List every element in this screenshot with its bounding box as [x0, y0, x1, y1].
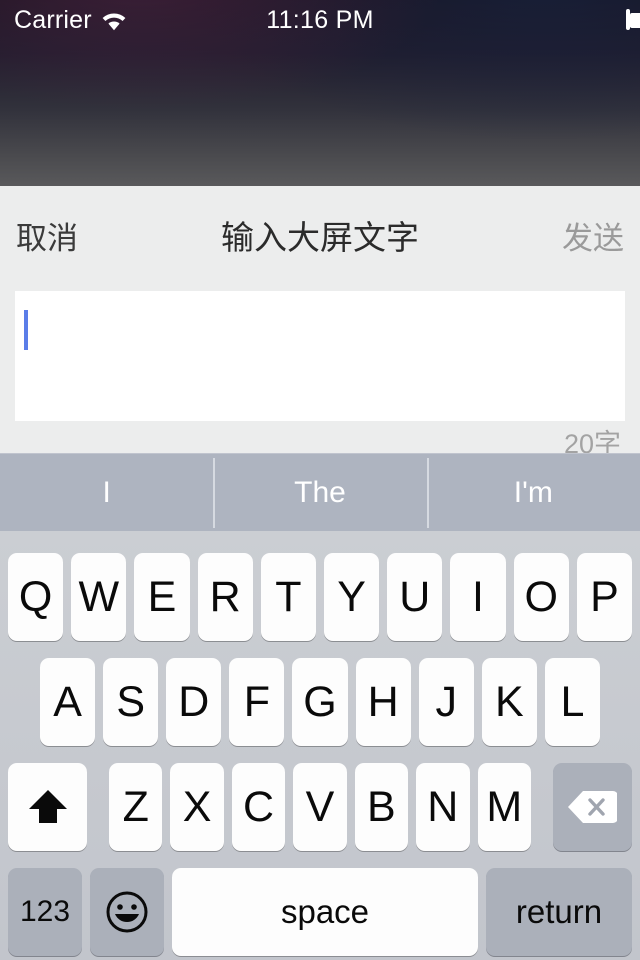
key-o[interactable]: O: [513, 553, 569, 641]
suggestion-item-1[interactable]: I: [0, 454, 213, 532]
numeric-key[interactable]: 123: [8, 868, 82, 956]
key-s[interactable]: S: [103, 658, 159, 746]
key-r[interactable]: R: [197, 553, 253, 641]
battery-full-icon: [626, 9, 640, 30]
backspace-key[interactable]: [552, 763, 632, 851]
keyboard-row-4: 123 space return: [0, 868, 640, 956]
backspace-icon: [567, 789, 618, 825]
key-f[interactable]: F: [229, 658, 285, 746]
key-y[interactable]: Y: [324, 553, 380, 641]
space-key[interactable]: space: [172, 868, 478, 956]
navigation-bar: 取消 输入大屏文字 发送: [0, 186, 640, 284]
keyboard-row-2: A S D F G H J K L: [0, 658, 640, 746]
key-d[interactable]: D: [166, 658, 222, 746]
status-bar-right: [626, 0, 640, 40]
key-g[interactable]: G: [292, 658, 348, 746]
key-c[interactable]: C: [231, 763, 286, 851]
key-t[interactable]: T: [260, 553, 317, 641]
key-x[interactable]: X: [170, 763, 224, 851]
send-button[interactable]: 发送: [562, 186, 624, 284]
shift-key[interactable]: [8, 763, 87, 851]
key-i[interactable]: I: [450, 553, 506, 641]
compose-sheet: 取消 输入大屏文字 发送 20字: [0, 186, 640, 459]
text-cursor: [24, 310, 28, 350]
predictive-suggestion-bar: I The I'm: [0, 453, 640, 532]
phone-screen: Carrier 11:16 PM 取消 输入大屏文字 发送 20字 I The …: [0, 0, 640, 960]
key-h[interactable]: H: [355, 658, 411, 746]
key-p[interactable]: P: [576, 553, 633, 641]
suggestion-item-2[interactable]: The: [213, 454, 426, 532]
key-j[interactable]: J: [418, 658, 474, 746]
key-m[interactable]: M: [477, 763, 531, 851]
key-k[interactable]: K: [481, 658, 537, 746]
key-z[interactable]: Z: [109, 763, 163, 851]
emoji-key[interactable]: [90, 868, 164, 956]
key-l[interactable]: L: [544, 658, 600, 746]
key-w[interactable]: W: [71, 553, 127, 641]
key-v[interactable]: V: [293, 763, 347, 851]
key-n[interactable]: N: [416, 763, 470, 851]
return-key[interactable]: return: [486, 868, 632, 956]
shift-icon: [26, 787, 70, 827]
key-q[interactable]: Q: [8, 553, 64, 641]
key-b[interactable]: B: [354, 763, 409, 851]
message-textarea[interactable]: [15, 291, 625, 421]
status-bar: Carrier 11:16 PM: [0, 0, 640, 40]
key-e[interactable]: E: [134, 553, 190, 641]
page-title: 输入大屏文字: [221, 219, 419, 256]
emoji-icon: [104, 889, 150, 935]
keyboard-row-3: Z X C V B N M: [0, 763, 640, 851]
key-a[interactable]: A: [40, 658, 96, 746]
status-bar-clock: 11:16 PM: [266, 5, 374, 34]
key-u[interactable]: U: [387, 553, 443, 641]
on-screen-keyboard: Q W E R T Y U I O P A S D F G H J K L Z …: [0, 531, 640, 960]
keyboard-row-1: Q W E R T Y U I O P: [0, 553, 640, 641]
suggestion-item-3[interactable]: I'm: [426, 454, 640, 532]
